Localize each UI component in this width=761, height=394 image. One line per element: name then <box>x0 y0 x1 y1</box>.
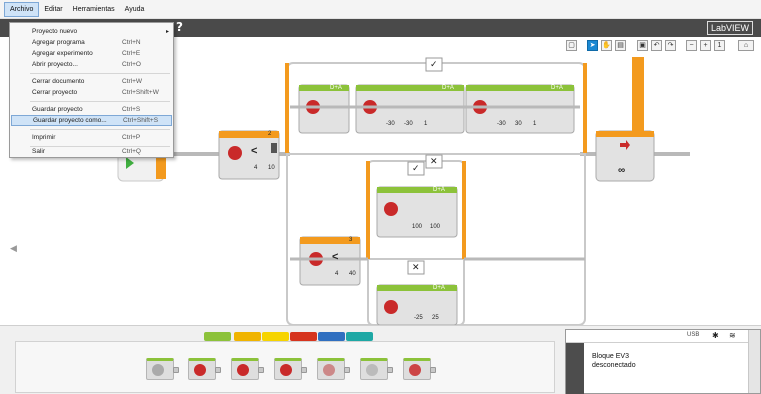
case-false-cross-icon[interactable]: ✕ <box>430 156 438 167</box>
brick-status-line1: Bloque EV3 <box>592 353 629 360</box>
menu-item-salir[interactable]: Salir Ctrl+Q <box>11 146 172 157</box>
comment-icon[interactable]: ▢ <box>566 40 577 51</box>
menu-archivo[interactable]: Archivo <box>4 1 40 17</box>
menu-item-imprimir[interactable]: Imprimir Ctrl+P <box>11 132 172 143</box>
menu-separator <box>30 101 170 102</box>
port-label: D+A <box>551 85 563 91</box>
sensor-port-label: 3 <box>349 237 353 243</box>
menu-item-abrir-proyecto[interactable]: Abrir proyecto... Ctrl+O <box>11 59 172 70</box>
wifi-icon[interactable]: ≋ <box>729 331 736 340</box>
case-true-check-icon[interactable]: ✓ <box>430 59 438 70</box>
menu-ayuda[interactable]: Ayuda <box>120 3 150 16</box>
zoom-out-icon[interactable]: − <box>686 40 697 51</box>
port-label: D+A <box>433 285 445 291</box>
menu-item-cerrar-proyecto[interactable]: Cerrar proyecto Ctrl+Shift+W <box>11 87 172 98</box>
power-right-value[interactable]: -30 <box>404 121 413 127</box>
menu-item-proyecto-nuevo[interactable]: Proyecto nuevo ▸ <box>11 26 172 37</box>
palette-block-move-tank[interactable] <box>274 358 307 380</box>
compare-value[interactable]: 4 <box>254 165 257 171</box>
power-right-value[interactable]: 30 <box>515 121 522 127</box>
palette-block-display[interactable] <box>317 358 350 380</box>
palette-tab-flow[interactable] <box>234 332 261 341</box>
palette-tab-myblocks[interactable] <box>346 332 373 341</box>
menu-herramientas[interactable]: Herramientas <box>68 3 120 16</box>
port-label: D+A <box>442 85 454 91</box>
hardware-page-tabs[interactable] <box>566 343 584 394</box>
palette-block-sound[interactable] <box>360 358 393 380</box>
help-button[interactable]: ? <box>176 20 183 34</box>
palette-block-medium-motor[interactable] <box>146 358 179 380</box>
bluetooth-icon[interactable]: ✱ <box>712 331 719 340</box>
save-icon[interactable]: ▣ <box>637 40 648 51</box>
power-right-value[interactable]: 25 <box>432 315 439 321</box>
palette-block-large-motor[interactable] <box>188 358 221 380</box>
menu-item-guardar-proyecto[interactable]: Guardar proyecto Ctrl+S <box>11 104 172 115</box>
port-label: D+A <box>330 85 342 91</box>
labview-logo: LabVIEW <box>706 21 753 35</box>
undo-icon[interactable]: ↶ <box>651 40 662 51</box>
menu-item-guardar-proyecto-como[interactable]: Guardar proyecto como... Ctrl+Shift+S <box>11 115 172 126</box>
menu-item-cerrar-documento[interactable]: Cerrar documento Ctrl+W <box>11 76 172 87</box>
zoom-in-icon[interactable]: + <box>700 40 711 51</box>
power-left-value[interactable]: 100 <box>412 224 422 230</box>
rotations-value[interactable]: 1 <box>533 121 536 127</box>
brick-status-line2: desconectado <box>592 362 636 369</box>
usb-status[interactable]: USB <box>687 332 699 338</box>
scroll-left-icon[interactable]: ◀ <box>10 243 17 254</box>
threshold-value[interactable]: 40 <box>349 271 356 277</box>
case-true-check-icon[interactable]: ✓ <box>412 163 420 174</box>
zoom-reset-icon[interactable]: 1 <box>714 40 725 51</box>
select-tool-icon[interactable]: ➤ <box>587 40 598 51</box>
menu-editar[interactable]: Editar <box>39 3 67 16</box>
file-menu: Proyecto nuevo ▸ Agregar programa Ctrl+N… <box>9 22 174 158</box>
palette-tab-advanced[interactable] <box>318 332 345 341</box>
content-editor-icon[interactable]: ⌂ <box>738 40 754 51</box>
case-false-cross-icon[interactable]: ✕ <box>412 262 420 273</box>
compare-value[interactable]: 4 <box>335 271 338 277</box>
brick-status-text: Bloque EV3 desconectado <box>592 352 636 370</box>
hardware-page: USB ✱ ≋ Bloque EV3 desconectado <box>565 329 761 394</box>
port-label: D+A <box>433 187 445 193</box>
redo-icon[interactable]: ↷ <box>665 40 676 51</box>
menu-bar: Archivo Editar Herramientas Ayuda <box>0 0 761 19</box>
palette-block-brick-light[interactable] <box>403 358 436 380</box>
palette-tab-sensor[interactable] <box>262 332 289 341</box>
submenu-arrow-icon: ▸ <box>166 29 170 35</box>
power-right-value[interactable]: 100 <box>430 224 440 230</box>
threshold-value[interactable]: 10 <box>268 165 275 171</box>
sensor-port-label: 2 <box>268 131 272 137</box>
menu-item-agregar-programa[interactable]: Agregar programa Ctrl+N <box>11 37 172 48</box>
rotations-value[interactable]: 1 <box>424 121 427 127</box>
power-left-value[interactable]: -30 <box>386 121 395 127</box>
compare-less-than: < <box>251 145 258 157</box>
compare-less-than: < <box>332 251 339 263</box>
pan-tool-icon[interactable]: ✋ <box>601 40 612 51</box>
loop-infinite-icon[interactable]: ∞ <box>618 165 625 176</box>
hardware-scrollbar[interactable] <box>748 330 760 393</box>
palette-tab-action[interactable] <box>204 332 231 341</box>
power-left-value[interactable]: -25 <box>414 315 423 321</box>
menu-item-agregar-experimento[interactable]: Agregar experimento Ctrl+E <box>11 48 172 59</box>
menu-separator <box>30 73 170 74</box>
palette-tab-data[interactable] <box>290 332 317 341</box>
menu-separator <box>30 129 170 130</box>
comment-tool-icon[interactable]: ▤ <box>615 40 626 51</box>
palette-block-move-steering[interactable] <box>231 358 264 380</box>
power-left-value[interactable]: -30 <box>497 121 506 127</box>
